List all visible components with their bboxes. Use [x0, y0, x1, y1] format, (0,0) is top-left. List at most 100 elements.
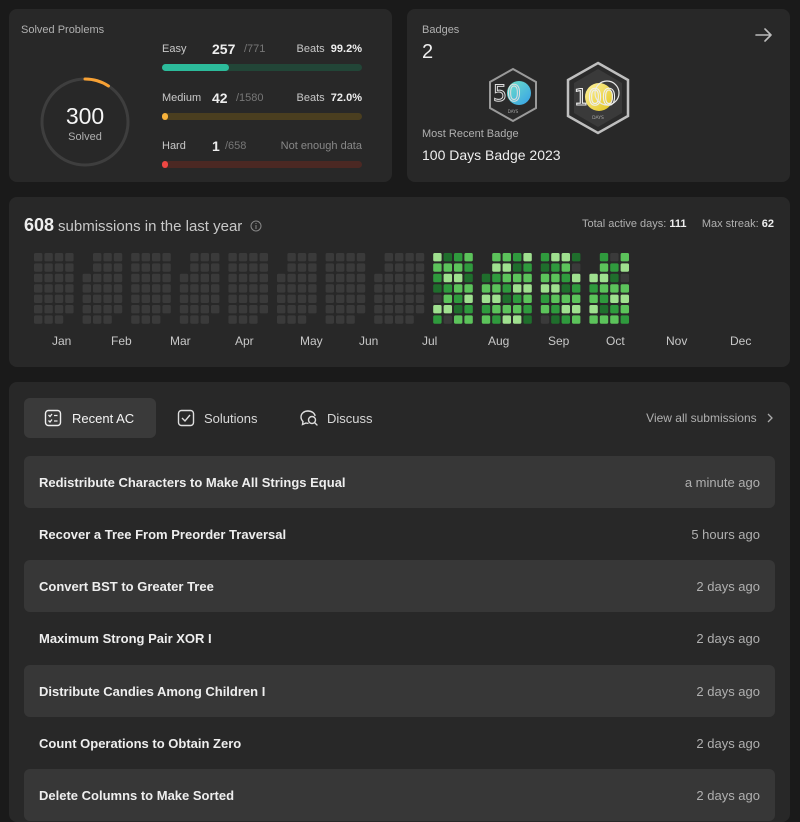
heatmap-cell[interactable] — [523, 305, 532, 314]
heatmap-cell[interactable] — [540, 253, 550, 262]
heatmap-cell[interactable] — [374, 315, 383, 324]
heatmap-cell[interactable] — [277, 284, 286, 293]
heatmap-cell[interactable] — [152, 305, 161, 314]
heatmap-cell[interactable] — [405, 294, 414, 303]
heatmap-cell[interactable] — [180, 263, 188, 271]
heatmap-cell[interactable] — [551, 273, 560, 283]
heatmap-cell[interactable] — [277, 263, 285, 271]
heatmap-cell[interactable] — [162, 253, 171, 262]
heatmap-cell[interactable] — [65, 305, 74, 314]
heatmap-cell[interactable] — [433, 253, 442, 262]
heatmap-cell[interactable] — [113, 253, 123, 262]
heatmap-cell[interactable] — [481, 294, 491, 303]
heatmap-cell[interactable] — [620, 284, 629, 293]
heatmap-cell[interactable] — [481, 284, 491, 293]
heatmap-cell[interactable] — [464, 294, 473, 303]
heatmap-cell[interactable] — [513, 263, 522, 272]
heatmap-cell[interactable] — [464, 315, 473, 324]
heatmap-cell[interactable] — [152, 253, 161, 262]
heatmap-cell[interactable] — [277, 294, 286, 303]
heatmap-cell[interactable] — [287, 305, 296, 314]
submission-row[interactable]: Convert BST to Greater Tree 2 days ago — [24, 560, 775, 612]
heatmap-cell[interactable] — [211, 305, 220, 314]
heatmap-cell[interactable] — [162, 294, 171, 303]
heatmap-cell[interactable] — [238, 253, 248, 262]
heatmap-cell[interactable] — [93, 253, 102, 262]
heatmap-cell[interactable] — [433, 294, 442, 303]
heatmap-cell[interactable] — [93, 273, 102, 283]
heatmap-cell[interactable] — [395, 294, 404, 303]
heatmap-cell[interactable] — [44, 284, 53, 293]
heatmap-cell[interactable] — [589, 253, 597, 261]
heatmap-cell[interactable] — [131, 253, 140, 262]
heatmap-cell[interactable] — [103, 294, 112, 303]
submission-row[interactable]: Distribute Candies Among Children I 2 da… — [24, 665, 775, 717]
heatmap-cell[interactable] — [336, 273, 345, 283]
heatmap-cell[interactable] — [103, 305, 112, 314]
heatmap-cell[interactable] — [589, 284, 598, 293]
heatmap-cell[interactable] — [589, 263, 597, 271]
heatmap-cell[interactable] — [141, 284, 150, 293]
submission-row[interactable]: Recover a Tree From Preorder Traversal 5… — [24, 508, 775, 560]
heatmap-cell[interactable] — [443, 284, 452, 293]
heatmap-cell[interactable] — [454, 294, 463, 303]
heatmap-cell[interactable] — [131, 315, 140, 324]
heatmap-cell[interactable] — [200, 263, 209, 272]
heatmap-cell[interactable] — [374, 253, 382, 261]
heatmap-cell[interactable] — [443, 253, 452, 262]
heatmap-cell[interactable] — [54, 315, 64, 324]
heatmap-cell[interactable] — [454, 305, 463, 314]
submission-row[interactable]: Maximum Strong Pair XOR I 2 days ago — [24, 612, 775, 664]
heatmap-cell[interactable] — [415, 284, 425, 293]
heatmap-cell[interactable] — [415, 305, 425, 314]
heatmap-cell[interactable] — [433, 284, 442, 293]
heatmap-cell[interactable] — [492, 294, 501, 303]
heatmap-cell[interactable] — [190, 263, 199, 272]
heatmap-cell[interactable] — [34, 273, 43, 283]
heatmap-cell[interactable] — [482, 253, 490, 261]
heatmap-cell[interactable] — [572, 315, 581, 324]
heatmap-cell[interactable] — [336, 253, 345, 262]
heatmap-cell[interactable] — [443, 305, 452, 314]
heatmap-cell[interactable] — [238, 315, 248, 324]
heatmap-cell[interactable] — [610, 263, 619, 272]
heatmap-cell[interactable] — [572, 253, 581, 262]
heatmap-cell[interactable] — [599, 315, 609, 324]
heatmap-cell[interactable] — [395, 273, 404, 283]
heatmap-cell[interactable] — [443, 273, 452, 283]
heatmap-cell[interactable] — [384, 294, 393, 303]
heatmap-cell[interactable] — [561, 294, 570, 303]
heatmap-cell[interactable] — [502, 315, 511, 324]
tab-solutions[interactable]: Solutions — [169, 398, 279, 438]
heatmap-cell[interactable] — [211, 284, 220, 293]
heatmap-cell[interactable] — [482, 263, 490, 271]
heatmap-cell[interactable] — [228, 273, 237, 283]
heatmap-cell[interactable] — [54, 305, 64, 314]
heatmap-cell[interactable] — [238, 273, 248, 283]
heatmap-cell[interactable] — [464, 263, 473, 272]
heatmap-cell[interactable] — [502, 284, 511, 293]
heatmap-cell[interactable] — [513, 305, 522, 314]
heatmap-cell[interactable] — [249, 294, 258, 303]
heatmap-cell[interactable] — [34, 305, 43, 314]
heatmap-cell[interactable] — [65, 315, 73, 323]
heatmap-cell[interactable] — [277, 315, 286, 324]
heatmap-cell[interactable] — [336, 294, 345, 303]
heatmap-cell[interactable] — [589, 273, 598, 283]
heatmap-cell[interactable] — [384, 263, 393, 272]
heatmap-cell[interactable] — [152, 263, 161, 272]
heatmap-cell[interactable] — [325, 263, 334, 272]
heatmap-cell[interactable] — [141, 305, 150, 314]
heatmap-cell[interactable] — [416, 315, 424, 323]
heatmap-cell[interactable] — [141, 315, 150, 324]
heatmap-cell[interactable] — [34, 315, 43, 324]
heatmap-cell[interactable] — [443, 315, 452, 324]
heatmap-cell[interactable] — [297, 294, 307, 303]
heatmap-cell[interactable] — [179, 315, 189, 324]
heatmap-cell[interactable] — [82, 294, 91, 303]
heatmap-cell[interactable] — [454, 315, 463, 324]
heatmap-cell[interactable] — [308, 315, 316, 323]
heatmap-cell[interactable] — [502, 253, 511, 262]
heatmap-cell[interactable] — [83, 263, 91, 271]
heatmap-cell[interactable] — [513, 284, 522, 293]
